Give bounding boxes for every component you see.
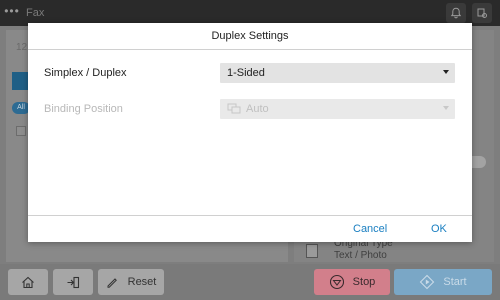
reset-label: Reset (127, 276, 157, 288)
bell-icon[interactable] (446, 3, 466, 23)
binding-position-row: Binding Position Auto (28, 99, 472, 121)
ellipsis-icon[interactable]: ••• (0, 0, 24, 26)
reset-button[interactable]: Reset (98, 269, 164, 295)
start-button[interactable]: Start (394, 269, 492, 295)
dialog-footer: Cancel OK (28, 215, 472, 242)
original-type-value: Text / Photo (334, 250, 387, 261)
home-button[interactable] (8, 269, 48, 295)
status-icon[interactable] (472, 3, 492, 23)
home-icon (21, 276, 35, 289)
duplex-settings-dialog: Duplex Settings Simplex / Duplex 1-Sided… (28, 23, 472, 242)
app-title: Fax (26, 7, 45, 19)
stop-label: Stop (352, 276, 376, 288)
binding-position-label: Binding Position (44, 103, 123, 115)
simplex-duplex-select[interactable]: 1-Sided (220, 63, 455, 83)
simplex-duplex-row: Simplex / Duplex 1-Sided (28, 63, 472, 85)
destination-counter: 12 (16, 42, 28, 53)
simplex-duplex-value: 1-Sided (227, 67, 265, 79)
binding-position-select[interactable]: Auto (220, 99, 455, 119)
bottom-bar: Reset Stop Start (0, 264, 500, 300)
chevron-down-icon (443, 70, 449, 74)
stop-icon (329, 274, 345, 290)
background-checkbox (16, 126, 26, 136)
reset-icon (106, 276, 118, 288)
simplex-duplex-label: Simplex / Duplex (44, 67, 127, 79)
document-icon (306, 244, 318, 258)
background-tab (12, 72, 28, 90)
binding-position-icon (227, 103, 243, 115)
start-icon (419, 274, 435, 290)
login-icon (66, 276, 80, 289)
ok-button[interactable]: OK (431, 223, 447, 235)
start-label: Start (443, 276, 467, 288)
dialog-title: Duplex Settings (28, 23, 472, 50)
cancel-button[interactable]: Cancel (353, 223, 387, 235)
chevron-down-icon (443, 106, 449, 110)
binding-position-value: Auto (246, 103, 269, 115)
access-button[interactable] (53, 269, 93, 295)
stop-button[interactable]: Stop (314, 269, 390, 295)
